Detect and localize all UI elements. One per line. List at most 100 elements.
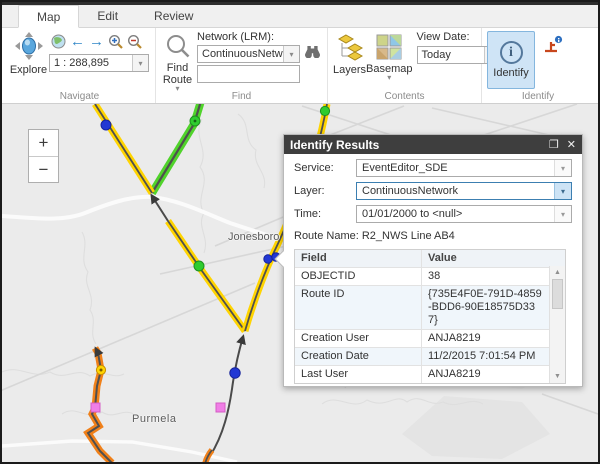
- identify-route-locations-icon[interactable]: [543, 35, 563, 60]
- explore-button[interactable]: Explore: [9, 31, 48, 76]
- identify-group-label: Identify: [482, 91, 594, 102]
- route-input[interactable]: [197, 65, 300, 83]
- layers-icon: [336, 34, 363, 64]
- find-route-label-1: Find: [167, 62, 188, 74]
- table-scrollbar[interactable]: ▲ ▼: [549, 266, 565, 383]
- ribbon-group-find: Find Route ▾ Network (LRM): ContinuousNe…: [156, 28, 328, 103]
- blue-point: [264, 255, 272, 263]
- tab-edit[interactable]: Edit: [79, 5, 136, 27]
- zoom-in-icon[interactable]: [106, 32, 125, 51]
- map-zoom-control: + −: [28, 129, 59, 183]
- layers-button[interactable]: Layers: [333, 31, 366, 76]
- route-name-text: Route Name: R2_NWS Line AB4: [294, 230, 572, 242]
- ribbon-group-identify: i Identify Identify: [482, 28, 594, 103]
- time-value: 01/01/2000 to <null>: [357, 206, 554, 222]
- chevron-down-icon[interactable]: ▾: [554, 183, 571, 199]
- layer-value: ContinuousNetwork: [357, 183, 554, 199]
- layer-combobox[interactable]: ContinuousNetwork ▾: [356, 182, 572, 200]
- next-extent-icon[interactable]: →: [87, 32, 106, 51]
- previous-extent-icon[interactable]: ←: [68, 32, 87, 51]
- table-row[interactable]: Creation UserANJA8219: [295, 329, 565, 347]
- view-date-value: Today: [418, 47, 484, 63]
- time-combobox[interactable]: 01/01/2000 to <null> ▾: [356, 205, 572, 223]
- chevron-down-icon[interactable]: ▾: [554, 206, 571, 222]
- navigate-group-label: Navigate: [4, 91, 155, 102]
- contents-group-label: Contents: [328, 91, 481, 102]
- blue-point: [101, 120, 111, 130]
- value-cell: {735E4F0E-791D-4859-BDD6-90E18575D337}: [422, 286, 565, 329]
- identify-label: Identify: [493, 67, 528, 79]
- map-label-purmela: Purmela: [132, 413, 176, 425]
- tab-review[interactable]: Review: [136, 5, 211, 27]
- table-row[interactable]: Route ID{735E4F0E-791D-4859-BDD6-90E1857…: [295, 285, 565, 329]
- results-table-body: OBJECTID38Route ID{735E4F0E-791D-4859-BD…: [295, 267, 565, 383]
- map-canvas[interactable]: Jonesboro Purmela + − Identify Results ❐…: [2, 104, 598, 463]
- scroll-thumb[interactable]: [552, 279, 563, 309]
- pink-point: [216, 403, 225, 412]
- table-row[interactable]: OBJECTID38: [295, 267, 565, 285]
- map-label-jonesboro: Jonesboro: [228, 231, 279, 243]
- value-cell: 38: [422, 268, 565, 285]
- popup-title: Identify Results: [290, 138, 379, 152]
- white-highway: [2, 441, 237, 462]
- field-cell: Creation Date: [295, 348, 422, 365]
- basemap-caret-icon: ▾: [387, 75, 391, 81]
- basemap-icon: [376, 34, 402, 63]
- service-combobox[interactable]: EventEditor_SDE ▾: [356, 159, 572, 177]
- maximize-icon[interactable]: ❐: [549, 138, 559, 151]
- identify-icon: i: [500, 41, 523, 64]
- tab-map[interactable]: Map: [18, 5, 79, 28]
- find-route-button[interactable]: Find Route ▾: [161, 31, 194, 92]
- blue-point: [230, 368, 240, 378]
- results-table: Field Value OBJECTID38Route ID{735E4F0E-…: [294, 249, 566, 384]
- popup-title-bar[interactable]: Identify Results ❐ ✕: [284, 135, 582, 154]
- orange-route[interactable]: [205, 450, 212, 463]
- field-cell: Creation User: [295, 330, 422, 347]
- time-label: Time:: [294, 208, 356, 220]
- map-zoom-out-button[interactable]: −: [29, 156, 58, 182]
- ribbon: Explore ← →: [2, 28, 598, 104]
- map-scale-value: 1 : 288,895: [50, 55, 132, 71]
- field-header: Field: [295, 250, 422, 267]
- zoom-out-icon[interactable]: [125, 32, 144, 51]
- scroll-up-icon[interactable]: ▲: [550, 266, 565, 279]
- full-extent-globe-icon[interactable]: [49, 32, 68, 51]
- green-point: [194, 261, 204, 271]
- ribbon-group-contents: Layers Basemap ▾: [328, 28, 482, 103]
- search-binoculars-icon[interactable]: [304, 45, 321, 63]
- layers-label: Layers: [333, 64, 366, 76]
- layer-label: Layer:: [294, 185, 356, 197]
- map-zoom-in-button[interactable]: +: [29, 130, 58, 156]
- yellow-route[interactable]: [95, 104, 245, 331]
- network-lrm-label: Network (LRM):: [197, 31, 321, 44]
- explore-pad-icon: [14, 31, 44, 64]
- value-cell: ANJA8219: [422, 366, 565, 383]
- chevron-down-icon[interactable]: ▾: [132, 55, 148, 71]
- terrain-patch: [402, 396, 550, 459]
- basemap-button[interactable]: Basemap ▾: [366, 31, 412, 81]
- table-row[interactable]: Creation Date11/2/2015 7:01:54 PM: [295, 347, 565, 365]
- map-scale-combobox[interactable]: 1 : 288,895 ▾: [49, 54, 149, 72]
- value-cell: ANJA8219: [422, 330, 565, 347]
- field-cell: Last User: [295, 366, 422, 383]
- chevron-down-icon[interactable]: ▾: [283, 46, 299, 62]
- identify-button[interactable]: i Identify: [487, 31, 535, 89]
- green-point: [320, 106, 329, 115]
- field-cell: Route ID: [295, 286, 422, 329]
- network-value: ContinuousNetwork: [198, 46, 283, 62]
- close-icon[interactable]: ✕: [567, 138, 576, 151]
- table-header-row: Field Value: [295, 250, 565, 267]
- service-label: Service:: [294, 162, 356, 174]
- table-row[interactable]: Last UserANJA8219: [295, 365, 565, 383]
- identify-results-popup: Identify Results ❐ ✕ Service: EventEdito…: [283, 134, 583, 387]
- value-header: Value: [422, 250, 565, 267]
- scroll-down-icon[interactable]: ▼: [550, 370, 565, 383]
- ribbon-group-navigate: Explore ← →: [4, 28, 156, 103]
- network-combobox[interactable]: ContinuousNetwork ▾: [197, 45, 300, 63]
- chevron-down-icon[interactable]: ▾: [554, 160, 571, 176]
- ribbon-tab-bar: Map Edit Review: [2, 5, 598, 28]
- value-cell: 11/2/2015 7:01:54 PM: [422, 348, 565, 365]
- service-value: EventEditor_SDE: [357, 160, 554, 176]
- field-cell: OBJECTID: [295, 268, 422, 285]
- event-editor-window: Map Edit Review Explore: [0, 0, 600, 464]
